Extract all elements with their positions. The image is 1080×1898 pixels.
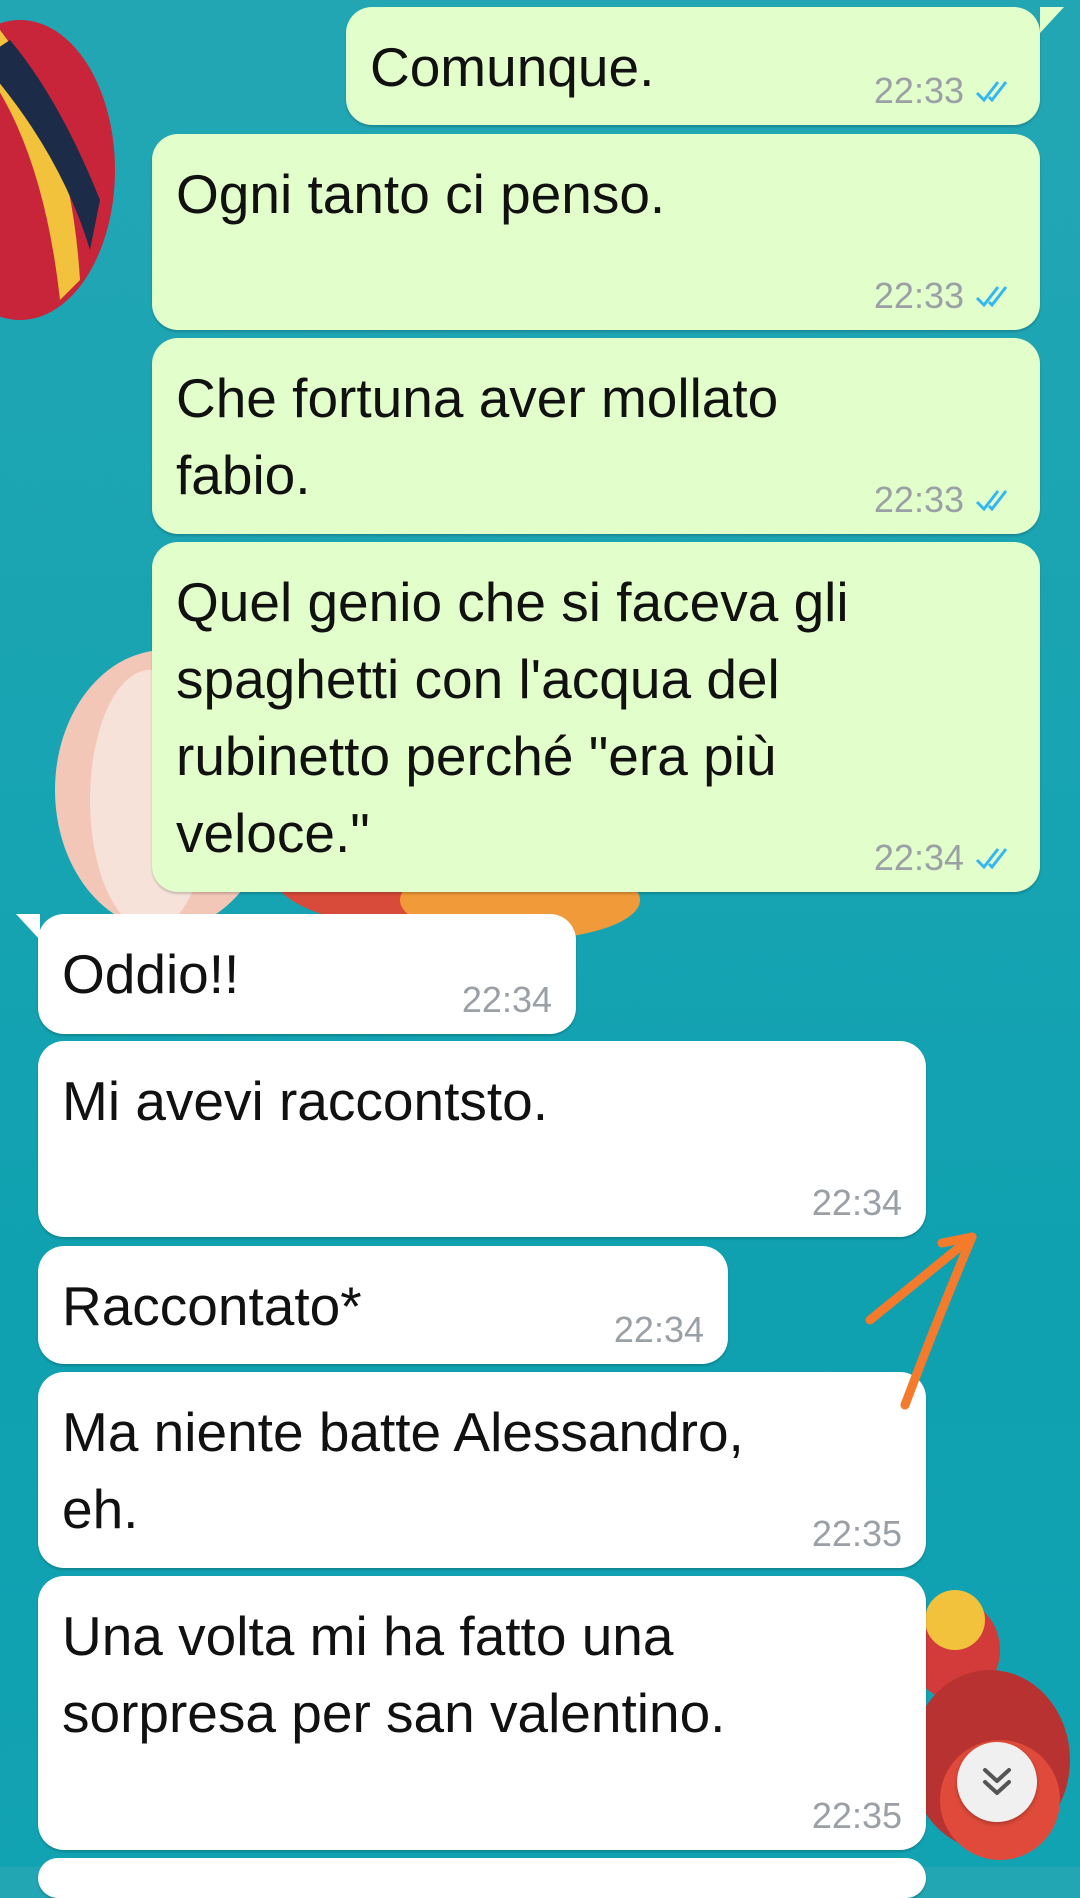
message-meta: 22:33 bbox=[874, 276, 1016, 316]
message-bubble-incoming-partial[interactable] bbox=[38, 1858, 926, 1898]
message-time: 22:34 bbox=[873, 837, 964, 878]
message-bubble-outgoing[interactable]: Quel genio che si faceva gli spaghetti c… bbox=[152, 542, 1040, 892]
message-meta: 22:33 bbox=[874, 480, 1016, 520]
message-text: Raccontato* bbox=[62, 1275, 362, 1337]
message-time: 22:33 bbox=[873, 70, 964, 111]
message-meta: 22:34 bbox=[812, 1183, 902, 1223]
double-check-read-icon bbox=[975, 490, 1008, 512]
message-bubble-incoming[interactable]: Mi avevi raccontsto. 22:34 bbox=[38, 1041, 926, 1237]
bubble-tail bbox=[1040, 7, 1064, 33]
orange-arrow-annotation-icon bbox=[865, 1232, 977, 1410]
double-check-read-icon bbox=[975, 286, 1008, 308]
message-time: 22:35 bbox=[811, 1795, 902, 1836]
double-chevron-down-icon bbox=[983, 1768, 1011, 1795]
message-text: Mi avevi raccontsto. bbox=[62, 1070, 549, 1132]
double-check-read-icon bbox=[975, 848, 1008, 870]
message-text: Ogni tanto ci penso. bbox=[176, 163, 666, 225]
message-time: 22:34 bbox=[461, 979, 552, 1020]
message-bubble-incoming[interactable]: Raccontato* 22:34 bbox=[38, 1246, 728, 1364]
message-time: 22:34 bbox=[613, 1309, 704, 1350]
message-meta: 22:33 bbox=[874, 71, 1016, 111]
message-meta: 22:35 bbox=[812, 1514, 902, 1554]
message-bubble-outgoing[interactable]: Comunque. 22:33 bbox=[346, 7, 1040, 125]
message-time: 22:34 bbox=[811, 1182, 902, 1223]
message-bubble-outgoing[interactable]: Ogni tanto ci penso. 22:33 bbox=[152, 134, 1040, 330]
message-time: 22:33 bbox=[873, 275, 964, 316]
scroll-to-bottom-button[interactable] bbox=[957, 1742, 1037, 1822]
message-text: Quel genio che si faceva gli spaghetti c… bbox=[176, 571, 849, 864]
message-meta: 22:35 bbox=[812, 1796, 902, 1836]
message-text: Ma niente batte Alessandro, eh. bbox=[62, 1401, 744, 1540]
message-bubble-incoming[interactable]: Ma niente batte Alessandro, eh. 22:35 bbox=[38, 1372, 926, 1568]
message-time: 22:35 bbox=[811, 1513, 902, 1554]
message-text: Una volta mi ha fatto una sorpresa per s… bbox=[62, 1605, 726, 1744]
message-bubble-incoming[interactable]: Una volta mi ha fatto una sorpresa per s… bbox=[38, 1576, 926, 1850]
double-check-read-icon bbox=[975, 81, 1008, 103]
bubble-tail bbox=[16, 914, 40, 940]
message-bubble-incoming[interactable]: Oddio!! 22:34 bbox=[38, 914, 576, 1034]
message-bubble-outgoing[interactable]: Che fortuna aver mollato fabio. 22:33 bbox=[152, 338, 1040, 534]
message-time: 22:33 bbox=[873, 479, 964, 520]
message-meta: 22:34 bbox=[614, 1310, 704, 1350]
message-meta: 22:34 bbox=[874, 838, 1016, 878]
message-meta: 22:34 bbox=[462, 980, 552, 1020]
